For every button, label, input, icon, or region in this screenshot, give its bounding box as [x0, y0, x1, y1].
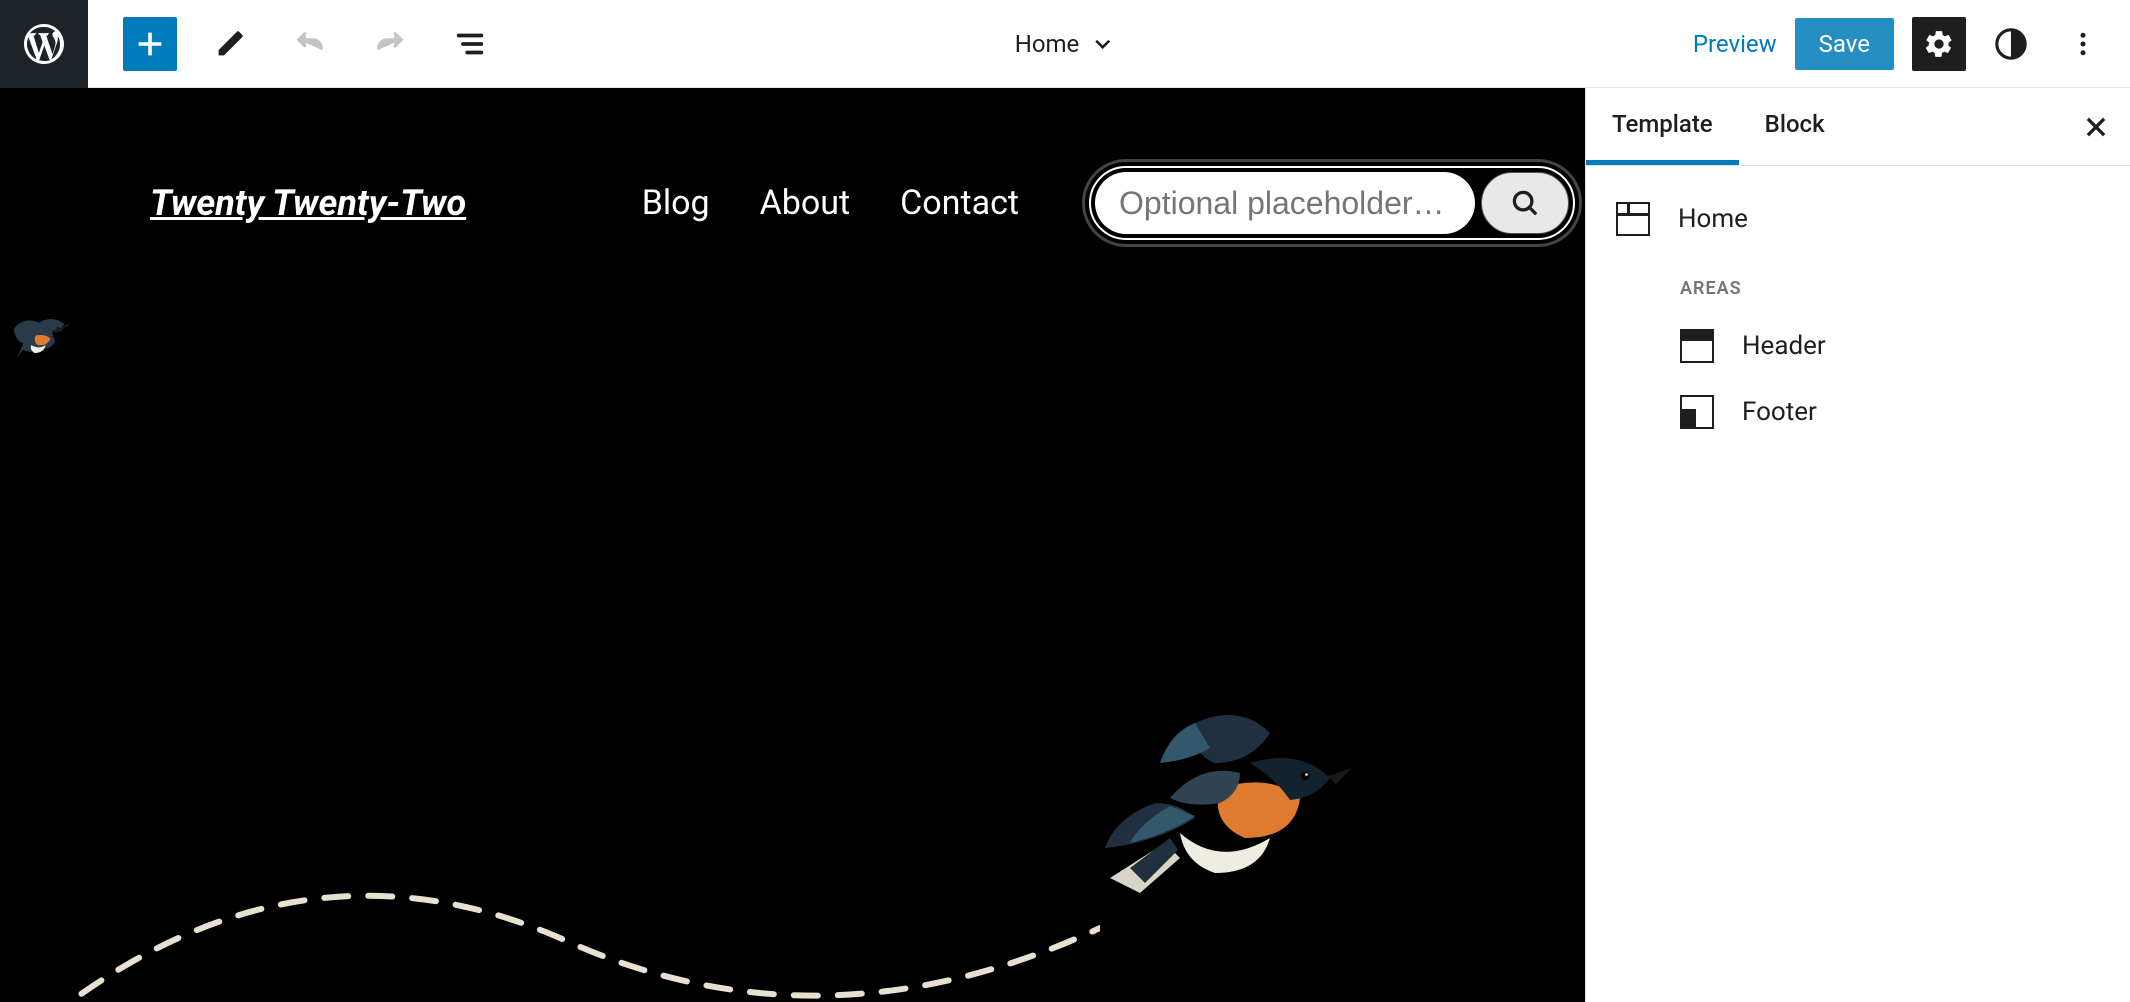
area-item-label: Footer [1742, 397, 1817, 427]
area-item-footer[interactable]: Footer [1616, 379, 2100, 445]
area-item-header[interactable]: Header [1616, 313, 2100, 379]
chevron-down-icon [1089, 31, 1115, 57]
toolbar-left-group [123, 17, 497, 71]
toolbar-right-group: Preview Save [1693, 17, 2110, 71]
styles-button[interactable] [1984, 17, 2038, 71]
area-item-label: Header [1742, 331, 1826, 361]
tab-block[interactable]: Block [1739, 88, 1851, 165]
pencil-icon [213, 27, 247, 61]
site-title-block[interactable]: Twenty Twenty-Two [150, 182, 466, 224]
settings-sidebar: Template Block Home AREAS Header [1585, 88, 2130, 1002]
undo-icon [293, 27, 327, 61]
template-item-home[interactable]: Home [1616, 186, 2100, 252]
hero-bird-image [1100, 708, 1360, 912]
editor-topbar: Home Preview Save [0, 0, 2130, 88]
close-sidebar-button[interactable] [2082, 113, 2110, 141]
editor-canvas[interactable]: Twenty Twenty-Two Blog About Contact [0, 88, 1585, 1002]
template-item-label: Home [1678, 204, 1748, 234]
nav-link[interactable]: Blog [642, 183, 710, 223]
footer-layout-icon [1680, 395, 1714, 429]
gear-icon [1923, 28, 1955, 60]
nav-link[interactable]: Contact [900, 183, 1019, 223]
save-button[interactable]: Save [1795, 18, 1894, 70]
wordpress-logo-icon [20, 20, 68, 68]
sidebar-tabs: Template Block [1586, 88, 2130, 166]
wp-logo-button[interactable] [0, 0, 88, 88]
document-title-dropdown[interactable]: Home [1015, 30, 1116, 58]
close-icon [2082, 113, 2110, 141]
header-layout-icon [1680, 329, 1714, 363]
settings-button[interactable] [1912, 17, 1966, 71]
add-block-button[interactable] [123, 17, 177, 71]
list-view-icon [453, 27, 487, 61]
preview-button[interactable]: Preview [1693, 30, 1777, 58]
search-input[interactable] [1095, 172, 1475, 234]
redo-icon [373, 27, 407, 61]
nav-link[interactable]: About [760, 183, 851, 223]
edit-tool-button[interactable] [203, 17, 257, 71]
list-view-button[interactable] [443, 17, 497, 71]
areas-heading: AREAS [1616, 252, 2100, 313]
sidebar-body: Home AREAS Header Footer [1586, 166, 2130, 465]
site-logo-bird-icon [4, 313, 78, 369]
navigation-block[interactable]: Blog About Contact [642, 166, 1575, 240]
undo-button[interactable] [283, 17, 337, 71]
search-submit-button[interactable] [1481, 172, 1569, 234]
layout-icon [1616, 202, 1650, 236]
site-header-block[interactable]: Twenty Twenty-Two Blog About Contact [0, 88, 1585, 318]
kebab-menu-icon [2068, 29, 2098, 59]
search-block[interactable] [1089, 166, 1575, 240]
search-icon [1510, 188, 1540, 218]
tab-template[interactable]: Template [1586, 88, 1739, 165]
plus-icon [133, 27, 167, 61]
editor-main: Twenty Twenty-Two Blog About Contact [0, 88, 2130, 1002]
more-options-button[interactable] [2056, 17, 2110, 71]
dashed-flight-path-decoration [0, 848, 1100, 1002]
redo-button[interactable] [363, 17, 417, 71]
document-title-label: Home [1015, 30, 1080, 58]
styles-contrast-icon [1994, 27, 2028, 61]
